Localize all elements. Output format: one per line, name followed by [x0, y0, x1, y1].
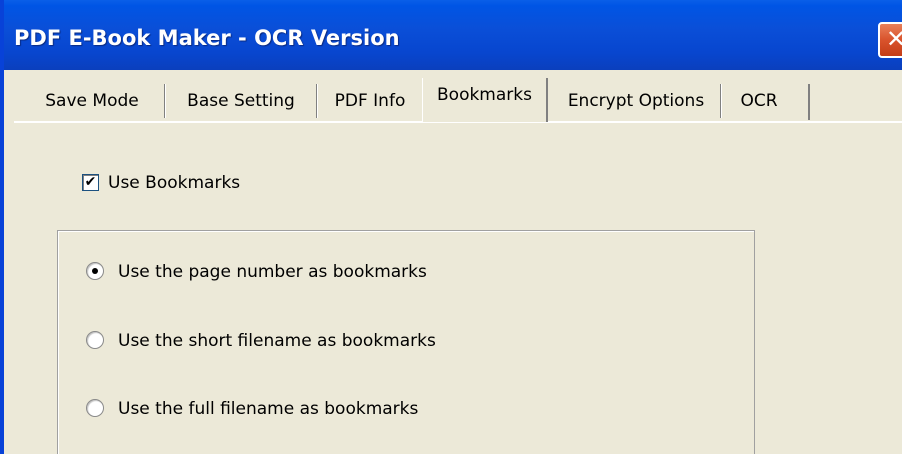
radio-selected-dot [92, 268, 98, 274]
tab-pdf-info[interactable]: PDF Info [320, 84, 420, 120]
tab-save-mode[interactable]: Save Mode [22, 84, 162, 120]
title-bar[interactable]: PDF E-Book Maker - OCR Version ✕ [4, 0, 902, 70]
close-button[interactable]: ✕ [878, 22, 902, 58]
tab-ocr[interactable]: OCR [724, 84, 794, 120]
radio-full-filename-label: Use the full filename as bookmarks [118, 399, 419, 419]
window-title: PDF E-Book Maker - OCR Version [14, 26, 400, 50]
tab-edge [808, 84, 810, 120]
tab-strip: Save Mode Base Setting PDF Info Bookmark… [22, 78, 902, 122]
tab-encrypt-options[interactable]: Encrypt Options [552, 84, 720, 120]
close-icon: ✕ [886, 25, 902, 53]
use-bookmarks-label: Use Bookmarks [108, 173, 241, 193]
tab-base-setting[interactable]: Base Setting [168, 84, 314, 120]
tab-bookmarks[interactable]: Bookmarks [422, 78, 548, 122]
use-bookmarks-checkbox[interactable]: ✔ [82, 174, 99, 191]
tab-separator [720, 84, 722, 118]
app-window: PDF E-Book Maker - OCR Version ✕ Save Mo… [0, 0, 902, 454]
radio-page-number-label: Use the page number as bookmarks [118, 262, 427, 282]
radio-short-filename-label: Use the short filename as bookmarks [118, 331, 436, 351]
checkmark-icon: ✔ [84, 174, 97, 190]
radio-full-filename[interactable] [86, 399, 104, 417]
radio-short-filename[interactable] [86, 331, 104, 349]
radio-page-number[interactable] [86, 262, 104, 280]
tab-separator [164, 84, 166, 118]
tab-separator [316, 84, 318, 118]
